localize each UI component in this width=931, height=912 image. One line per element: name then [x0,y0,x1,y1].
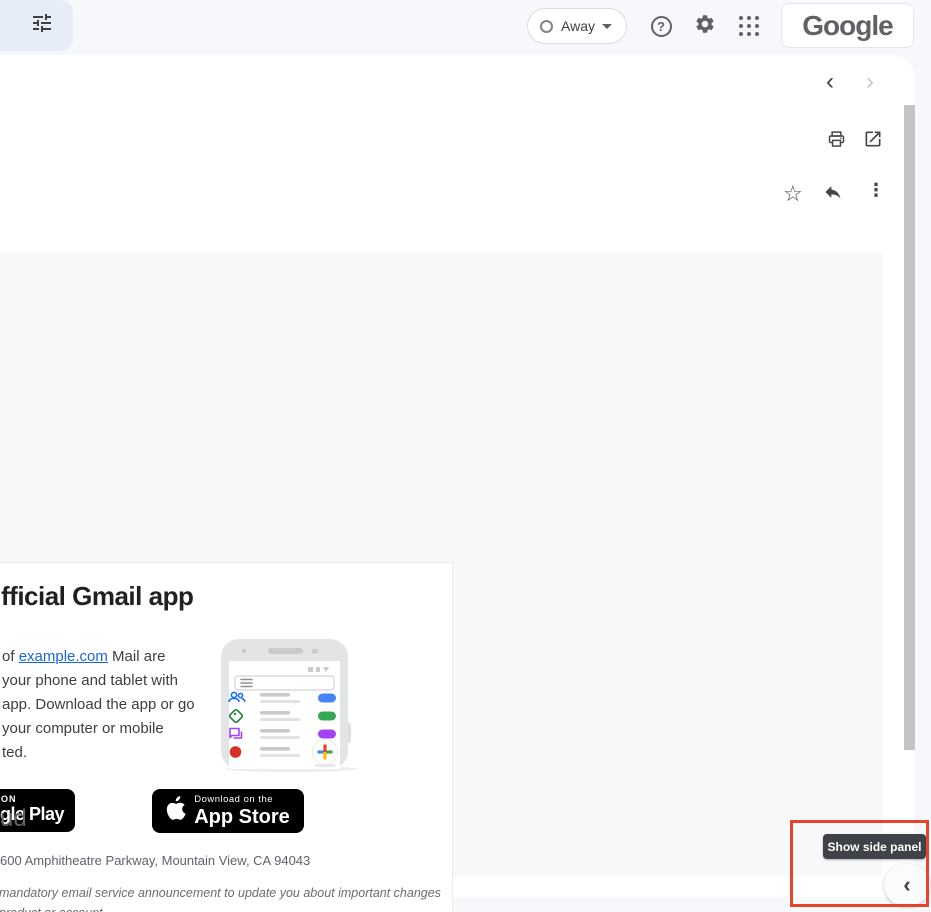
body-line: your computer or mobile [2,717,195,741]
body-line: of example.com Mail are [2,645,195,669]
email-body-backdrop: fficial Gmail app of example.com Mail ar… [0,252,882,876]
print-icon [826,129,847,155]
show-side-panel-tooltip: Show side panel [823,834,926,859]
example-link[interactable]: example.com [19,648,108,665]
scrollbar-thumb[interactable] [904,105,915,750]
body-line: app. Download the app or go [2,693,195,717]
email-heading: fficial Gmail app [1,581,193,612]
more-options-button[interactable]: ⋮ [867,180,885,201]
email-body-text: of example.com Mail are your phone and t… [2,645,195,765]
reply-icon [823,182,843,207]
apps-grid-icon [739,16,759,36]
footer-address: 600 Amphitheatre Parkway, Mountain View,… [0,853,310,868]
print-button[interactable] [826,129,847,155]
footer-legal-line: mandatory email service announcement to … [0,886,441,900]
help-button[interactable]: ? [641,6,681,46]
settings-button[interactable] [685,6,725,46]
chevron-down-icon [602,24,612,29]
help-icon: ? [651,16,672,37]
reply-button[interactable] [823,182,843,207]
footer-legal-line: product or account. [0,906,106,912]
star-button[interactable]: ☆ [783,181,803,207]
chevron-left-icon: ‹ [903,874,910,896]
gmail-window: Away ? Google ‹ › [0,0,931,912]
search-filter-button[interactable] [0,0,73,51]
apple-icon [166,796,186,826]
newer-chevron-button[interactable]: ‹ [826,69,834,95]
body-line: ted. [2,741,195,765]
play-badge-small-text: ON [1,794,17,804]
status-label: Away [561,18,595,34]
google-logo-text: Google [802,10,892,42]
older-chevron-button[interactable]: › [866,69,874,95]
status-chip[interactable]: Away [527,8,627,44]
appstore-badge-small-text: Download on the [194,795,290,805]
open-in-new-button[interactable] [863,129,883,154]
show-side-panel-button[interactable]: ‹ [884,864,930,906]
gear-icon [694,13,716,40]
mail-panel: ‹ › ☆ ⋮ [0,55,915,897]
footer-brand-text: ud [0,805,27,833]
app-store-badge[interactable]: Download on the App Store [152,789,304,833]
google-logo: Google [781,3,914,48]
open-in-new-icon [863,129,883,154]
body-line: your phone and tablet with [2,669,195,693]
tune-icon [30,11,54,40]
phone-illustration [215,635,357,780]
appstore-badge-big-text: App Store [194,807,290,827]
status-circle-icon [540,20,553,33]
apps-button[interactable] [729,6,769,46]
